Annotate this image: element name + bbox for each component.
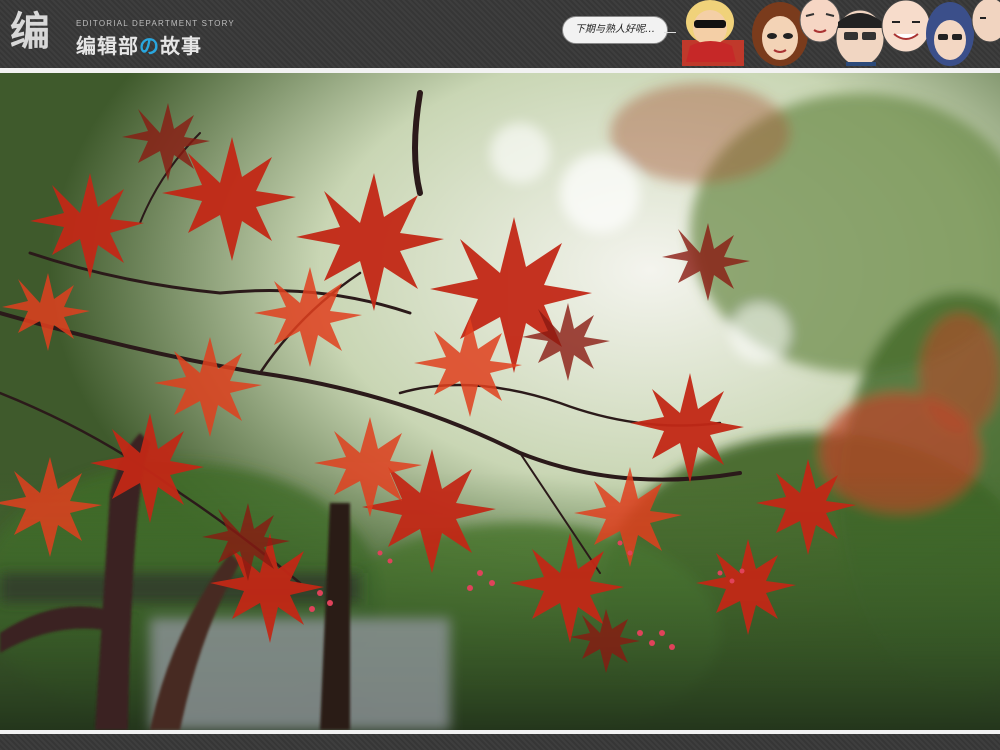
cartoon-face-7 [971,0,1000,43]
maple-leaves-photo [0,73,1000,730]
site-footer-bar [0,734,1000,750]
cartoon-face-5 [881,0,931,53]
site-title-part-2: 故事 [160,34,202,58]
speech-bubble: 下期与熟人好呢… [562,16,668,44]
cartoon-faces-illustration [682,0,1000,67]
site-title[interactable]: 编辑部の故事 [76,30,202,59]
speech-bubble-tail [664,32,676,33]
cartoon-face-3 [799,0,841,43]
site-title-accent: の [139,34,160,58]
cartoon-face-2 [752,2,808,66]
cartoon-face-4 [835,9,885,67]
maple-leaves-image [0,73,1000,730]
photo-frame [0,68,1000,734]
cartoon-face-1 [682,0,744,66]
site-title-part-1: 编辑部 [76,34,139,58]
site-logo-mark[interactable]: 编 [10,6,70,58]
site-header: 编 EDITORIAL DEPARTMENT STORY 编辑部の故事 下期与熟… [0,0,1000,68]
site-subtitle: EDITORIAL DEPARTMENT STORY [76,19,235,28]
cartoon-character-row [680,0,1000,67]
cartoon-face-6 [926,2,974,66]
